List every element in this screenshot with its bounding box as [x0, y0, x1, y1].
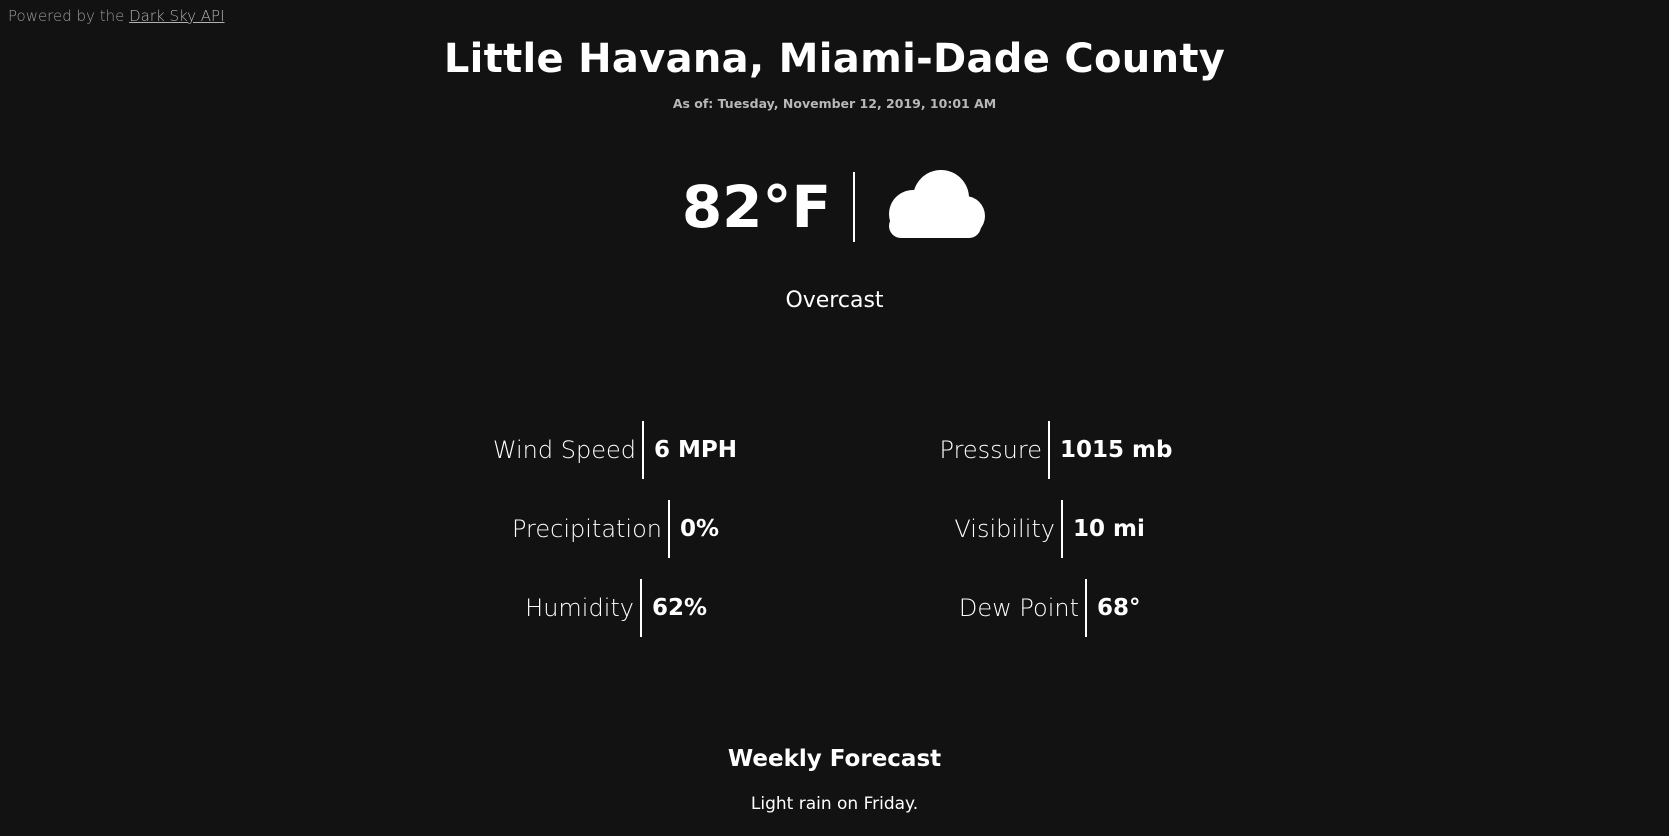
stat-wind-speed: Wind Speed 6 MPH	[470, 420, 800, 480]
current-temperature: 82°F	[681, 173, 832, 241]
visibility-value: 10 mi	[1073, 516, 1145, 542]
precipitation-value: 0%	[680, 516, 720, 542]
visibility-label: Visibility	[954, 515, 1055, 543]
dark-sky-api-link[interactable]: Dark Sky API	[129, 7, 224, 25]
powered-by-credit: Powered by the Dark Sky API	[8, 7, 225, 25]
stat-dew-point: Dew Point 68°	[880, 578, 1220, 638]
pressure-label: Pressure	[939, 436, 1042, 464]
credit-prefix: Powered by the	[8, 7, 125, 25]
weekly-forecast-summary: Light rain on Friday.	[750, 794, 919, 814]
as-of-timestamp: As of: Tuesday, November 12, 2019, 10:01…	[672, 96, 997, 111]
weekly-forecast-heading: Weekly Forecast	[727, 746, 942, 772]
humidity-label: Humidity	[525, 594, 634, 622]
precipitation-label: Precipitation	[511, 515, 662, 543]
stat-visibility: Visibility 10 mi	[880, 499, 1220, 559]
current-conditions: 82°F	[0, 160, 1669, 254]
stat-pressure: Pressure 1015 mb	[880, 420, 1220, 480]
location-title: Little Havana, Miami-Dade County	[443, 36, 1226, 82]
weather-page: Powered by the Dark Sky API Little Havan…	[0, 0, 1669, 836]
dew-point-value: 68°	[1097, 595, 1141, 621]
stat-precipitation: Precipitation 0%	[470, 499, 800, 559]
dew-point-label: Dew Point	[958, 594, 1079, 622]
cloud-icon	[889, 170, 986, 238]
current-summary: Overcast	[785, 288, 884, 313]
stat-humidity: Humidity 62%	[470, 578, 800, 638]
pressure-value: 1015 mb	[1060, 437, 1173, 463]
humidity-value: 62%	[652, 595, 708, 621]
wind-speed-label: Wind Speed	[492, 436, 636, 464]
temperature-divider	[853, 172, 856, 242]
wind-speed-value: 6 MPH	[654, 437, 738, 463]
